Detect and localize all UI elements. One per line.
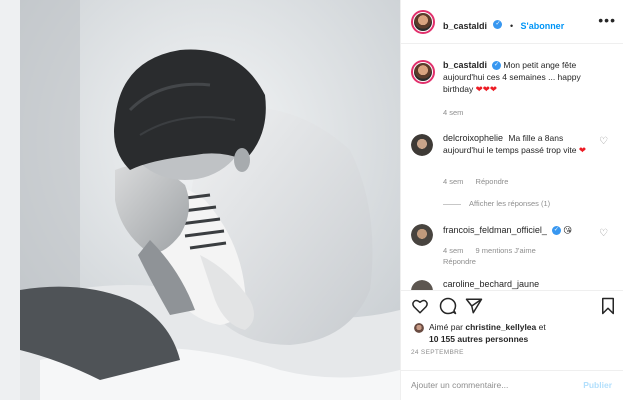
like-comment-icon[interactable]: ♡: [599, 136, 608, 147]
post-header: b_castaldi ✓ • S'abonner •••: [401, 0, 623, 44]
likes-conj: et: [538, 322, 546, 332]
bookmark-icon[interactable]: [599, 297, 617, 315]
like-comment-icon[interactable]: ♡: [599, 228, 608, 239]
comment-text-block: francois_feldman_officiel_ ✓ 😘: [443, 224, 603, 236]
commenter-avatar[interactable]: [411, 280, 433, 290]
likes-prefix: Aimé par: [429, 322, 464, 332]
verified-icon: ✓: [551, 226, 561, 236]
comment-input[interactable]: [411, 378, 571, 392]
author-avatar[interactable]: [411, 10, 435, 34]
comment-time[interactable]: 4 sem: [443, 177, 463, 186]
follow-button[interactable]: S'abonner: [521, 21, 565, 31]
likes-count[interactable]: 10 155 autres personnes: [429, 334, 528, 344]
comment-emoji: 😘: [563, 225, 573, 235]
post-actions: Aimé par christine_kellylea et 10 155 au…: [401, 290, 623, 370]
comment-meta: 4 sem Répondre: [443, 177, 518, 186]
comment-text-block: caroline_bechard_jaune: [443, 278, 603, 290]
caption: b_castaldi ✓ Mon petit ange fête aujourd'…: [443, 59, 608, 95]
comment-reply-row: Répondre: [443, 257, 486, 266]
more-options-icon[interactable]: •••: [598, 12, 616, 28]
comment-time[interactable]: 4 sem: [443, 246, 463, 255]
commenter-avatar[interactable]: [411, 224, 433, 246]
reply-button[interactable]: Répondre: [443, 257, 476, 266]
verified-icon: ✓: [493, 20, 503, 30]
share-icon[interactable]: [465, 297, 483, 315]
post-date[interactable]: 24 SEPTEMBRE: [411, 349, 464, 356]
post-photo[interactable]: [20, 0, 400, 400]
separator-dot: •: [509, 21, 514, 31]
photo-illustration: [20, 0, 400, 400]
post-sidebar: b_castaldi ✓ • S'abonner ••• b_castaldi ✓…: [400, 0, 623, 400]
comment-bubble-icon[interactable]: [439, 297, 457, 315]
liker-avatar[interactable]: [414, 323, 424, 333]
commenter-avatar[interactable]: [411, 134, 433, 156]
add-comment-bar: Publier: [401, 370, 623, 400]
comment-author[interactable]: delcroixophelie: [443, 133, 503, 143]
likes-summary: Aimé par christine_kellylea et 10 155 au…: [429, 321, 546, 345]
caption-author-avatar[interactable]: [411, 60, 435, 84]
reply-button[interactable]: Répondre: [476, 177, 509, 186]
like-heart-icon[interactable]: [411, 297, 429, 315]
heart-emoji: ❤: [578, 145, 586, 155]
caption-author[interactable]: b_castaldi: [443, 60, 487, 70]
comment-likes[interactable]: 9 mentions J'aime: [476, 246, 536, 255]
comment-meta: 4 sem 9 mentions J'aime: [443, 246, 546, 255]
publish-button[interactable]: Publier: [583, 380, 612, 390]
caption-meta: 4 sem: [443, 108, 473, 117]
liker-username[interactable]: christine_kellylea: [465, 322, 536, 332]
author-username[interactable]: b_castaldi: [443, 21, 487, 31]
comments-list[interactable]: b_castaldi ✓ Mon petit ange fête aujourd'…: [401, 44, 623, 290]
view-replies-button[interactable]: Afficher les réponses (1): [443, 199, 550, 208]
caption-time[interactable]: 4 sem: [443, 108, 463, 117]
comment-text-block: delcroixophelie Ma fille a 8ans aujourd'…: [443, 132, 593, 156]
comment-author[interactable]: francois_feldman_officiel_: [443, 225, 547, 235]
comment-author[interactable]: caroline_bechard_jaune: [443, 279, 539, 289]
heart-emoji: ❤❤❤: [475, 84, 497, 94]
verified-icon: ✓: [492, 61, 502, 71]
